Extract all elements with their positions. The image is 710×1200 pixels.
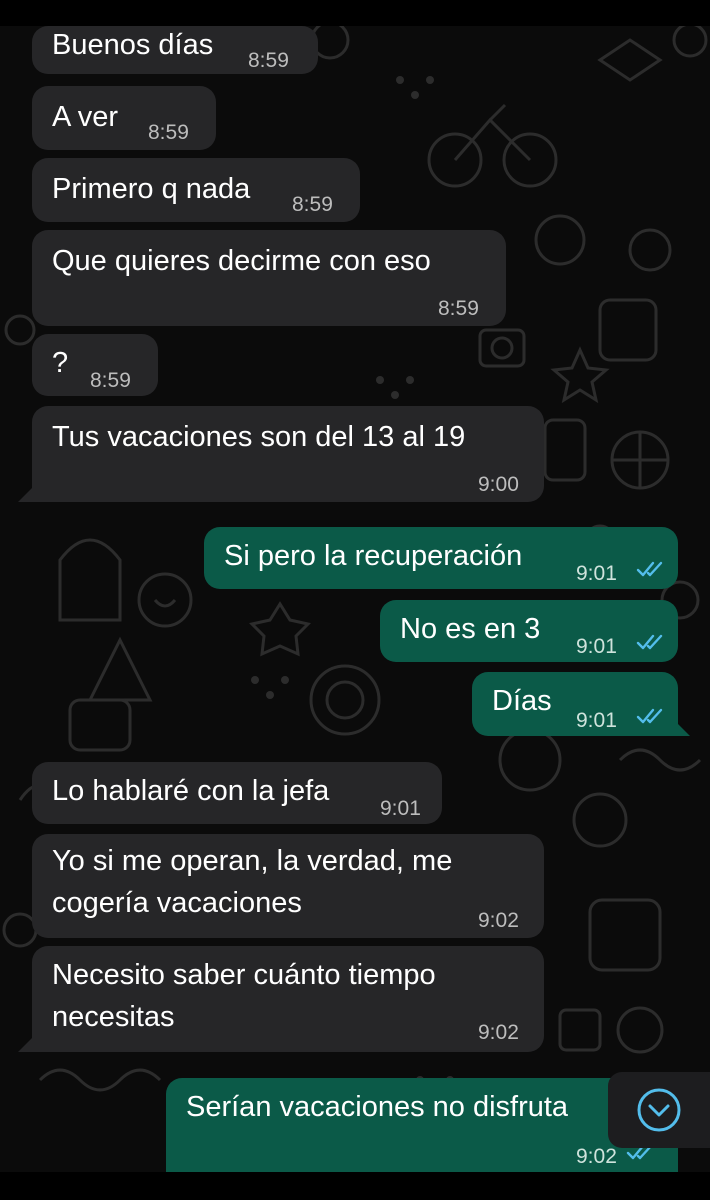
message-text: No es en 3 (400, 613, 541, 645)
message-bubble-incoming[interactable]: Que quieres decirme con eso 8:59 (32, 230, 506, 326)
message-time: 9:01 (576, 709, 617, 732)
chevron-down-circle-icon (637, 1088, 681, 1132)
message-bubble-outgoing[interactable]: Si pero la recuperación 9:01 (204, 527, 678, 589)
message-time: 9:02 (478, 1021, 519, 1044)
message-bubble-outgoing[interactable]: Serían vacaciones no disfruta 9:02 (166, 1078, 678, 1172)
bubble-tail (18, 488, 32, 502)
message-text: ? (52, 347, 69, 379)
message-bubble-incoming[interactable]: A ver 8:59 (32, 86, 216, 150)
message-time: 9:02 (478, 909, 519, 932)
message-bubble-incoming[interactable]: Tus vacaciones son del 13 al 19 9:00 (32, 406, 544, 502)
message-text: A ver (52, 101, 119, 133)
double-check-icon (636, 708, 663, 724)
scroll-to-bottom-button[interactable] (608, 1072, 710, 1148)
double-check-icon (636, 634, 663, 650)
message-bubble-outgoing[interactable]: No es en 3 9:01 (380, 600, 678, 662)
message-text: Si pero la recuperación (224, 540, 523, 572)
top-strip (0, 0, 710, 26)
message-text-line: cogería vacaciones (52, 887, 302, 919)
message-text: Primero q nada (52, 173, 251, 205)
message-text-line: Yo si me operan, la verdad, me (52, 845, 453, 877)
message-time: 9:01 (380, 797, 421, 820)
message-text: Buenos días (52, 29, 214, 61)
bubble-tail (676, 722, 690, 736)
message-time: 8:59 (148, 121, 189, 144)
message-text: Tus vacaciones son del 13 al 19 (52, 421, 466, 453)
bubble-tail (18, 1038, 32, 1052)
message-text: Lo hablaré con la jefa (52, 775, 330, 807)
message-text-line: Necesito saber cuánto tiempo (52, 959, 436, 991)
message-bubble-outgoing[interactable]: Días 9:01 (472, 672, 678, 736)
message-bubble-incoming[interactable]: Buenos días 8:59 (32, 26, 318, 74)
message-text-line: necesitas (52, 1001, 175, 1033)
message-bubble-incoming[interactable]: Yo si me operan, la verdad, me cogería v… (32, 834, 544, 938)
message-time: 9:01 (576, 562, 617, 585)
message-time: 9:02 (576, 1145, 617, 1168)
message-time: 8:59 (90, 369, 131, 392)
message-time: 8:59 (292, 193, 333, 216)
message-time: 9:01 (576, 635, 617, 658)
message-time: 8:59 (438, 297, 479, 320)
message-bubble-incoming[interactable]: Lo hablaré con la jefa 9:01 (32, 762, 442, 824)
message-bubble-incoming[interactable]: Necesito saber cuánto tiempo necesitas 9… (32, 946, 544, 1052)
message-bubble-incoming[interactable]: Primero q nada 8:59 (32, 158, 360, 222)
double-check-icon (636, 561, 663, 577)
message-bubble-incoming[interactable]: ? 8:59 (32, 334, 158, 396)
message-time: 8:59 (248, 49, 289, 72)
message-text: Días (492, 685, 552, 717)
message-text: Serían vacaciones no disfruta (186, 1091, 569, 1123)
message-time: 9:00 (478, 473, 519, 496)
bottom-strip (0, 1172, 710, 1200)
message-text: Que quieres decirme con eso (52, 245, 431, 277)
